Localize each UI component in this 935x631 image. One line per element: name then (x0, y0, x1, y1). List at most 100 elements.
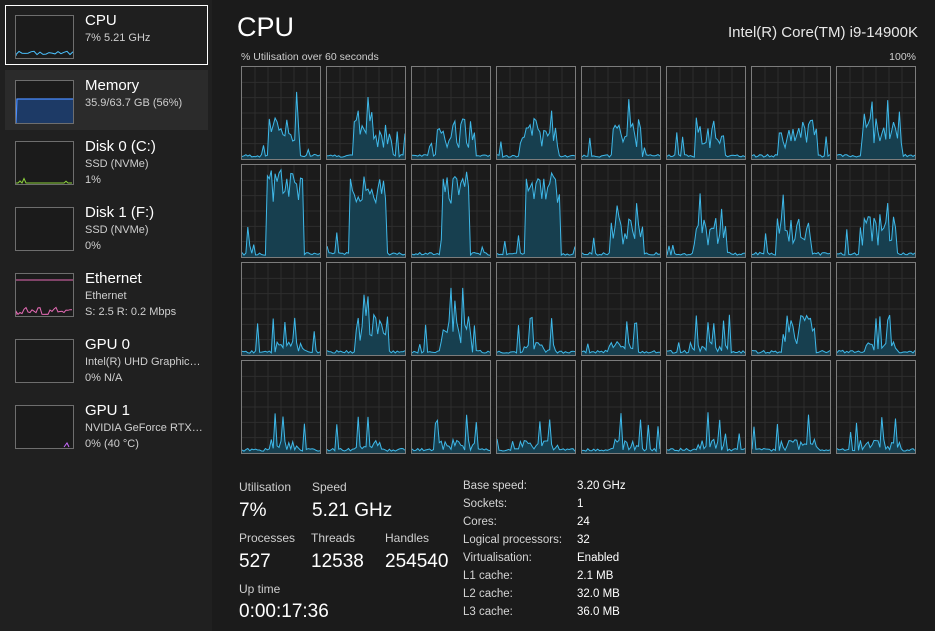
sidebar-item-detail: 0% (40 °C) (85, 438, 139, 450)
logical-processor-graphs[interactable] (241, 66, 917, 454)
logical-processor-graph[interactable] (411, 360, 491, 454)
virtualisation-label: Virtualisation: (463, 552, 532, 564)
logical-processor-graph[interactable] (496, 360, 576, 454)
utilisation-label: Utilisation (239, 480, 292, 494)
speed-label: Speed (312, 480, 347, 494)
sidebar-item-detail: S: 2.5 R: 0.2 Mbps (85, 306, 177, 318)
logical-processor-graph[interactable] (241, 164, 321, 258)
disk-0-mini-graph (15, 141, 74, 185)
logical-processor-graph[interactable] (836, 262, 916, 356)
logical-processor-graph[interactable] (411, 262, 491, 356)
sidebar-item-title: GPU 1 (85, 402, 131, 419)
logical-processor-graph[interactable] (581, 164, 661, 258)
graph-max-label: 100% (889, 51, 916, 63)
graph-caption: % Utilisation over 60 seconds (241, 51, 379, 63)
logical-processor-graph[interactable] (751, 66, 831, 160)
virtualisation-value: Enabled (577, 552, 620, 564)
base-speed-label: Base speed: (463, 480, 527, 492)
threads-label: Threads (311, 531, 356, 545)
base-speed-value: 3.20 GHz (577, 480, 626, 492)
sockets-label: Sockets: (463, 498, 508, 510)
sidebar-item-detail: SSD (NVMe) (85, 224, 149, 236)
logical-processor-graph[interactable] (666, 262, 746, 356)
logical-processor-graph[interactable] (666, 66, 746, 160)
logical-processor-graph[interactable] (751, 164, 831, 258)
logical-processor-graph[interactable] (581, 360, 661, 454)
sidebar-item-title: Ethernet (85, 270, 142, 287)
sidebar-item-title: Disk 0 (C:) (85, 138, 156, 155)
logical-processor-graph[interactable] (241, 262, 321, 356)
sidebar-item-cpu[interactable]: CPU 7% 5.21 GHz (5, 5, 208, 65)
speed-value: 5.21 GHz (312, 500, 393, 521)
sidebar-item-gpu-0[interactable]: GPU 0 Intel(R) UHD Graphics 770 0% N/A (5, 329, 208, 389)
l1-cache-value: 2.1 MB (577, 570, 614, 582)
logical-processor-graph[interactable] (496, 66, 576, 160)
logical-processor-graph[interactable] (836, 164, 916, 258)
sidebar-item-detail: 1% (85, 174, 101, 186)
logical-processor-graph[interactable] (241, 66, 321, 160)
l3-cache-label: L3 cache: (463, 606, 513, 618)
logical-processor-graph[interactable] (496, 262, 576, 356)
sidebar-item-detail: NVIDIA GeForce RTX 4090 (85, 422, 205, 434)
sidebar-item-title: Memory (85, 77, 140, 94)
gpu-0-mini-graph (15, 339, 74, 383)
cores-label: Cores: (463, 516, 497, 528)
logical-processors-value: 32 (577, 534, 590, 546)
sidebar-item-detail: 0% N/A (85, 372, 123, 384)
logical-processor-graph[interactable] (326, 360, 406, 454)
logical-processor-graph[interactable] (751, 360, 831, 454)
sidebar-item-title: GPU 0 (85, 336, 131, 353)
sockets-value: 1 (577, 498, 584, 510)
sidebar-item-disk-1[interactable]: Disk 1 (F:) SSD (NVMe) 0% (5, 197, 208, 257)
logical-processor-graph[interactable] (751, 262, 831, 356)
cpu-mini-graph (15, 15, 74, 59)
disk-1-mini-graph (15, 207, 74, 251)
page-title: CPU (237, 12, 295, 42)
logical-processor-graph[interactable] (411, 164, 491, 258)
handles-label: Handles (385, 531, 430, 545)
l3-cache-value: 36.0 MB (577, 606, 620, 618)
sidebar-item-detail: 0% (85, 240, 101, 252)
sidebar-item-detail: 35.9/63.7 GB (56%) (85, 97, 183, 109)
ethernet-mini-graph (15, 273, 74, 317)
logical-processor-graph[interactable] (241, 360, 321, 454)
logical-processors-label: Logical processors: (463, 534, 563, 546)
sidebar: CPU 7% 5.21 GHz Memory 35.9/63.7 GB (56%… (0, 0, 212, 631)
processes-value: 527 (239, 551, 271, 572)
l1-cache-label: L1 cache: (463, 570, 513, 582)
memory-mini-graph (15, 80, 74, 124)
sidebar-item-memory[interactable]: Memory 35.9/63.7 GB (56%) (5, 70, 208, 130)
logical-processor-graph[interactable] (581, 262, 661, 356)
sidebar-item-detail: Ethernet (85, 290, 127, 302)
logical-processor-graph[interactable] (326, 262, 406, 356)
sidebar-item-title: CPU (85, 12, 117, 29)
sidebar-item-title: Disk 1 (F:) (85, 204, 155, 221)
utilisation-value: 7% (239, 500, 267, 521)
performance-panel: CPU Intel(R) Core(TM) i9-14900K % Utilis… (212, 0, 935, 631)
logical-processor-graph[interactable] (326, 66, 406, 160)
sidebar-item-detail: SSD (NVMe) (85, 158, 149, 170)
logical-processor-graph[interactable] (411, 66, 491, 160)
uptime-label: Up time (239, 582, 281, 596)
logical-processor-graph[interactable] (836, 66, 916, 160)
sidebar-item-ethernet[interactable]: Ethernet Ethernet S: 2.5 R: 0.2 Mbps (5, 263, 208, 323)
l2-cache-value: 32.0 MB (577, 588, 620, 600)
logical-processor-graph[interactable] (326, 164, 406, 258)
logical-processor-graph[interactable] (666, 164, 746, 258)
uptime-value: 0:00:17:36 (239, 601, 329, 622)
gpu-1-mini-graph (15, 405, 74, 449)
cpu-model-name: Intel(R) Core(TM) i9-14900K (727, 24, 918, 41)
l2-cache-label: L2 cache: (463, 588, 513, 600)
logical-processor-graph[interactable] (581, 66, 661, 160)
handles-value: 254540 (385, 551, 449, 572)
processes-label: Processes (239, 531, 296, 545)
cores-value: 24 (577, 516, 590, 528)
logical-processor-graph[interactable] (666, 360, 746, 454)
threads-value: 12538 (311, 551, 364, 572)
sidebar-item-disk-0[interactable]: Disk 0 (C:) SSD (NVMe) 1% (5, 131, 208, 191)
sidebar-item-detail: Intel(R) UHD Graphics 770 (85, 356, 205, 368)
sidebar-item-gpu-1[interactable]: GPU 1 NVIDIA GeForce RTX 4090 0% (40 °C) (5, 395, 208, 455)
logical-processor-graph[interactable] (836, 360, 916, 454)
logical-processor-graph[interactable] (496, 164, 576, 258)
sidebar-item-detail: 7% 5.21 GHz (85, 32, 151, 44)
